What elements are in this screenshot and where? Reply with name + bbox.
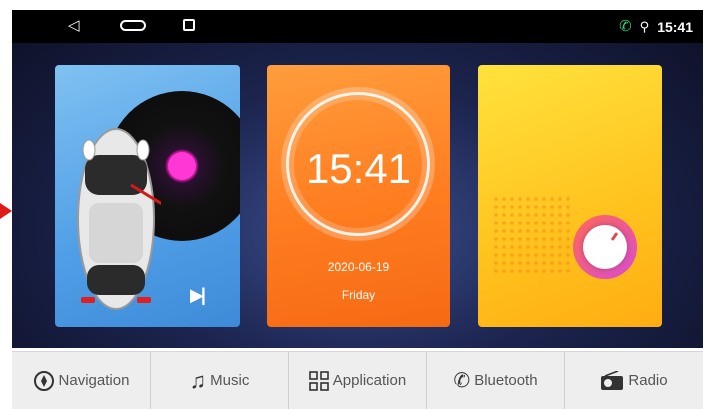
- status-bar: ◁ ✆ ⚲ 15:41: [12, 10, 703, 43]
- pointer-arrow-icon: [0, 203, 12, 219]
- clock-day: Friday: [341, 288, 376, 302]
- clock-widget[interactable]: 15:41 2020-06-19 Friday: [267, 65, 450, 327]
- music-note-icon: ♫: [189, 367, 207, 393]
- dock-label-navigation: Navigation: [58, 372, 130, 389]
- radio-icon: [601, 370, 624, 390]
- app-grid-icon: [308, 370, 329, 391]
- knob-face: [583, 225, 627, 269]
- dock-label-radio: Radio: [628, 372, 668, 389]
- phone-icon: ✆: [619, 18, 632, 35]
- head-unit-screen: ◁ ✆ ⚲ 15:41 ▶| 15:41 2020-06-19 Friday: [12, 10, 703, 348]
- recent-apps-icon[interactable]: [183, 19, 195, 31]
- disc-center: [168, 152, 196, 180]
- clock-time: 15:41: [305, 145, 412, 192]
- radio-knob-icon: [573, 215, 637, 279]
- status-indicators: ✆ ⚲ 15:41: [619, 17, 693, 37]
- status-time: 15:41: [657, 19, 693, 35]
- radio-widget[interactable]: [478, 65, 662, 327]
- location-icon: ⚲: [639, 19, 650, 34]
- bottom-dock: Navigation ♫ Music Application ✆ Bluetoo…: [12, 351, 703, 409]
- bluetooth-phone-icon: ✆: [453, 370, 471, 392]
- dock-label-application: Application: [332, 372, 407, 389]
- car-icon: [77, 128, 161, 310]
- compass-icon: [33, 370, 54, 391]
- speaker-grille: [492, 195, 574, 277]
- home-icon[interactable]: [120, 20, 146, 31]
- dock-application[interactable]: Application: [289, 352, 427, 409]
- dock-label-music: Music: [210, 372, 250, 389]
- dock-navigation[interactable]: Navigation: [12, 352, 151, 409]
- clock-date: 2020-06-19: [327, 260, 390, 274]
- dock-radio[interactable]: Radio: [565, 352, 703, 409]
- music-widget[interactable]: ▶|: [55, 65, 240, 327]
- dock-label-bluetooth: Bluetooth: [474, 372, 538, 389]
- dock-bluetooth[interactable]: ✆ Bluetooth: [427, 352, 565, 409]
- back-icon[interactable]: ◁: [68, 18, 80, 34]
- skip-next-icon[interactable]: ▶|: [190, 285, 206, 306]
- knob-indicator: [610, 231, 619, 242]
- dock-music[interactable]: ♫ Music: [151, 352, 289, 409]
